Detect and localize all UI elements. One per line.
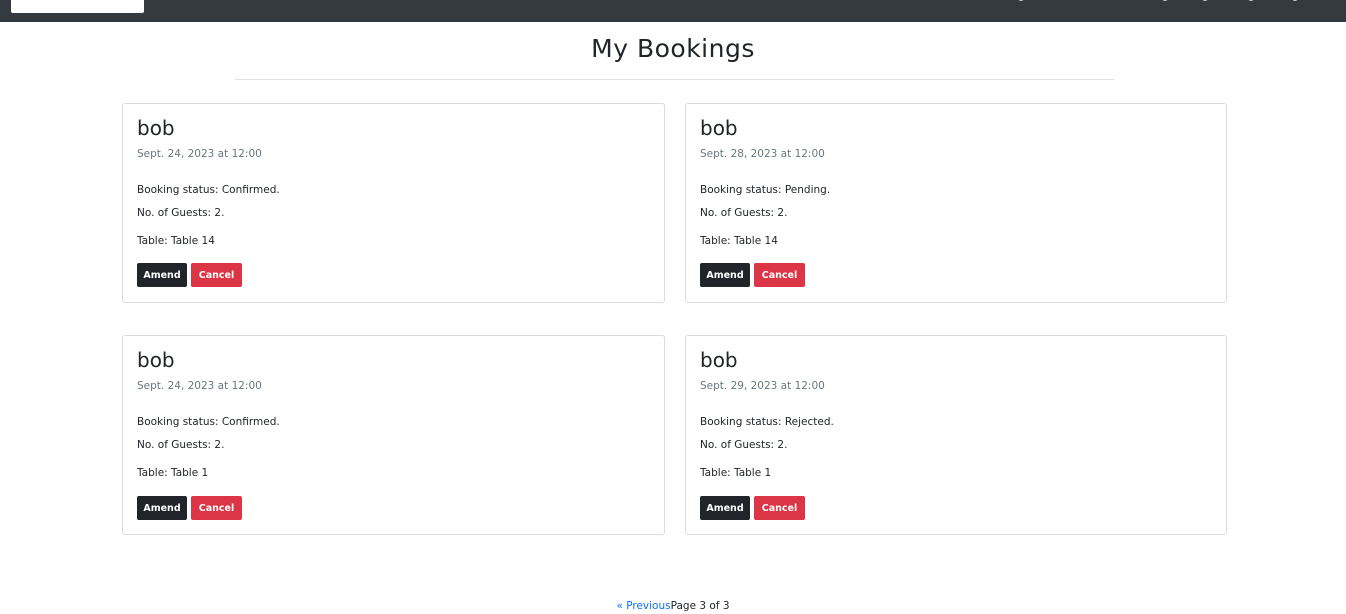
booking-name: bob [700,348,738,372]
booking-card: bob Sept. 29, 2023 at 12:00 Booking stat… [685,335,1227,535]
nav-link[interactable] [1202,0,1208,1]
booking-name: bob [137,348,175,372]
amend-button[interactable]: Amend [137,496,187,520]
booking-date: Sept. 29, 2023 at 12:00 [700,380,825,392]
amend-button[interactable]: Amend [700,496,750,520]
amend-button[interactable]: Amend [700,263,750,287]
booking-status: Booking status: Pending. [700,184,831,196]
nav-link[interactable] [1162,0,1168,1]
booking-card: bob Sept. 28, 2023 at 12:00 Booking stat… [685,103,1227,303]
title-divider [235,79,1114,80]
booking-date: Sept. 24, 2023 at 12:00 [137,380,262,392]
booking-table: Table: Table 14 [700,235,778,247]
booking-guests: No. of Guests: 2. [700,439,788,451]
booking-table: Table: Table 1 [137,467,209,479]
booking-table: Table: Table 14 [137,235,215,247]
previous-page-link[interactable]: « Previous [616,600,670,612]
cancel-button[interactable]: Cancel [191,496,242,520]
booking-guests: No. of Guests: 2. [137,207,225,219]
booking-name: bob [700,116,738,140]
booking-guests: No. of Guests: 2. [137,439,225,451]
booking-status: Booking status: Confirmed. [137,416,280,428]
cancel-button[interactable]: Cancel [754,263,805,287]
booking-date: Sept. 24, 2023 at 12:00 [137,148,262,160]
booking-date: Sept. 28, 2023 at 12:00 [700,148,825,160]
page-info: Page 3 of 3 [670,600,730,612]
top-navbar [0,0,1346,22]
booking-status: Booking status: Rejected. [700,416,834,428]
booking-name: bob [137,116,175,140]
booking-guests: No. of Guests: 2. [700,207,788,219]
nav-link[interactable] [1248,0,1254,1]
brand-logo-box[interactable] [11,0,144,13]
booking-table: Table: Table 1 [700,467,772,479]
booking-card: bob Sept. 24, 2023 at 12:00 Booking stat… [122,335,665,535]
cancel-button[interactable]: Cancel [191,263,242,287]
pagination: « PreviousPage 3 of 3 [0,600,1346,612]
cancel-button[interactable]: Cancel [754,496,805,520]
booking-card: bob Sept. 24, 2023 at 12:00 Booking stat… [122,103,665,303]
amend-button[interactable]: Amend [137,263,187,287]
nav-link[interactable] [1292,0,1298,1]
booking-status: Booking status: Confirmed. [137,184,280,196]
page-title: My Bookings [591,34,755,63]
nav-link[interactable] [1018,0,1024,1]
